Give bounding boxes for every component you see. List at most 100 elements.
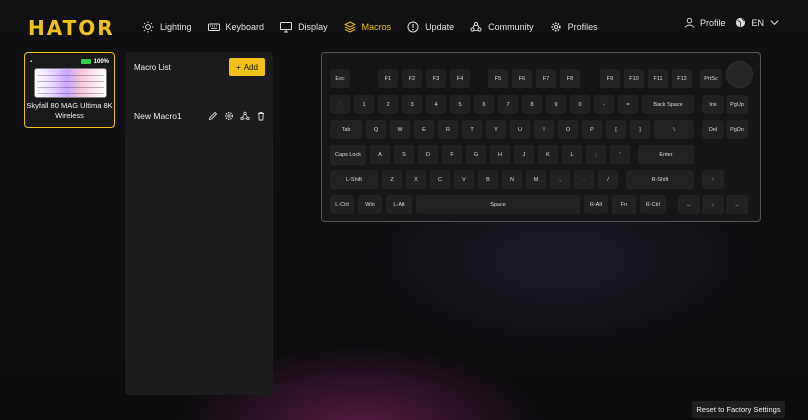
- key-44[interactable]: Del: [702, 120, 724, 139]
- key-34[interactable]: R: [438, 120, 458, 139]
- key-63[interactable]: V: [454, 170, 474, 189]
- key-57[interactable]: ': [610, 145, 630, 164]
- key-78[interactable]: R-Ctrl: [640, 195, 666, 214]
- key-55[interactable]: L: [562, 145, 582, 164]
- nav-profiles[interactable]: Profiles: [550, 17, 598, 37]
- key-18[interactable]: 4: [426, 95, 446, 114]
- device-card[interactable]: ▪ 100% Skyfall 80 MAG Ultima 8K Wireless: [24, 52, 115, 128]
- key-72[interactable]: L-Ctrl: [330, 195, 354, 214]
- key-45[interactable]: PgDn: [726, 120, 748, 139]
- key-23[interactable]: 9: [546, 95, 566, 114]
- key-5[interactable]: F5: [488, 69, 508, 88]
- add-macro-button[interactable]: + Add: [229, 58, 265, 76]
- key-12[interactable]: F12: [672, 69, 692, 88]
- key-52[interactable]: H: [490, 145, 510, 164]
- key-56[interactable]: ;: [586, 145, 606, 164]
- nav-keyboard[interactable]: Keyboard: [207, 17, 264, 37]
- key-36[interactable]: Y: [486, 120, 506, 139]
- key-6[interactable]: F6: [512, 69, 532, 88]
- key-41[interactable]: [: [606, 120, 626, 139]
- key-37[interactable]: U: [510, 120, 530, 139]
- nav-display[interactable]: Display: [280, 17, 328, 37]
- key-68[interactable]: .: [574, 170, 594, 189]
- key-42[interactable]: ]: [630, 120, 650, 139]
- key-24[interactable]: 0: [570, 95, 590, 114]
- key-27[interactable]: Back Space: [642, 95, 694, 114]
- nav-lighting[interactable]: Lighting: [142, 17, 192, 37]
- key-77[interactable]: Fn: [612, 195, 636, 214]
- macro-item[interactable]: New Macro1: [134, 109, 266, 123]
- key-62[interactable]: C: [430, 170, 450, 189]
- key-4[interactable]: F4: [450, 69, 470, 88]
- key-80[interactable]: ↓: [702, 195, 724, 214]
- key-20[interactable]: 6: [474, 95, 494, 114]
- key-1[interactable]: F1: [378, 69, 398, 88]
- nav-update[interactable]: Update: [407, 17, 454, 37]
- key-13[interactable]: PrtSc: [700, 69, 722, 88]
- key-31[interactable]: Q: [366, 120, 386, 139]
- key-25[interactable]: -: [594, 95, 614, 114]
- key-28[interactable]: Ins: [702, 95, 724, 114]
- key-35[interactable]: T: [462, 120, 482, 139]
- key-8[interactable]: F8: [560, 69, 580, 88]
- key-53[interactable]: J: [514, 145, 534, 164]
- key-70[interactable]: R-Shift: [626, 170, 694, 189]
- reset-factory-button[interactable]: Reset to Factory Settings: [692, 401, 785, 418]
- key-67[interactable]: ,: [550, 170, 570, 189]
- key-46[interactable]: Caps Lock: [330, 145, 366, 165]
- profile-button[interactable]: Profile: [684, 17, 725, 28]
- key-0[interactable]: Esc: [330, 69, 350, 88]
- key-71[interactable]: ↑: [702, 170, 724, 189]
- key-21[interactable]: 7: [498, 95, 518, 114]
- key-79[interactable]: ←: [678, 195, 700, 214]
- key-19[interactable]: 5: [450, 95, 470, 114]
- key-61[interactable]: X: [406, 170, 426, 189]
- key-10[interactable]: F10: [624, 69, 644, 88]
- key-66[interactable]: M: [526, 170, 546, 189]
- key-54[interactable]: K: [538, 145, 558, 164]
- key-75[interactable]: Space: [416, 195, 580, 214]
- key-43[interactable]: \: [654, 120, 694, 139]
- key-29[interactable]: PgUp: [726, 95, 748, 114]
- key-81[interactable]: →: [726, 195, 748, 214]
- key-7[interactable]: F7: [536, 69, 556, 88]
- key-48[interactable]: S: [394, 145, 414, 164]
- language-selector[interactable]: EN: [735, 17, 780, 28]
- trash-icon[interactable]: [256, 111, 266, 121]
- key-76[interactable]: R-Alt: [584, 195, 608, 214]
- key-32[interactable]: W: [390, 120, 410, 139]
- key-50[interactable]: F: [442, 145, 462, 164]
- key-39[interactable]: O: [558, 120, 578, 139]
- key-33[interactable]: E: [414, 120, 434, 139]
- key-69[interactable]: /: [598, 170, 618, 189]
- key-2[interactable]: F2: [402, 69, 422, 88]
- key-49[interactable]: D: [418, 145, 438, 164]
- share-icon[interactable]: [240, 111, 250, 121]
- settings-gear-icon[interactable]: [224, 111, 234, 121]
- edit-pencil-icon[interactable]: [208, 111, 218, 121]
- key-65[interactable]: N: [502, 170, 522, 189]
- key-51[interactable]: G: [466, 145, 486, 164]
- key-59[interactable]: L-Shift: [330, 170, 378, 189]
- key-60[interactable]: Z: [382, 170, 402, 189]
- key-73[interactable]: Win: [358, 195, 382, 214]
- key-74[interactable]: L-Alt: [386, 195, 412, 214]
- key-47[interactable]: A: [370, 145, 390, 164]
- key-64[interactable]: B: [478, 170, 498, 189]
- key-17[interactable]: 3: [402, 95, 422, 114]
- key-15[interactable]: 1: [354, 95, 374, 114]
- volume-knob[interactable]: [726, 61, 753, 88]
- key-3[interactable]: F3: [426, 69, 446, 88]
- key-38[interactable]: I: [534, 120, 554, 139]
- key-22[interactable]: 8: [522, 95, 542, 114]
- nav-community[interactable]: Community: [470, 17, 534, 37]
- key-11[interactable]: F11: [648, 69, 668, 88]
- key-14[interactable]: `: [330, 95, 350, 114]
- key-16[interactable]: 2: [378, 95, 398, 114]
- key-26[interactable]: =: [618, 95, 638, 114]
- key-30[interactable]: Tab: [330, 120, 362, 139]
- key-40[interactable]: P: [582, 120, 602, 139]
- key-58[interactable]: Enter: [638, 145, 694, 164]
- nav-macros[interactable]: Macros: [343, 17, 391, 37]
- key-9[interactable]: F9: [600, 69, 620, 88]
